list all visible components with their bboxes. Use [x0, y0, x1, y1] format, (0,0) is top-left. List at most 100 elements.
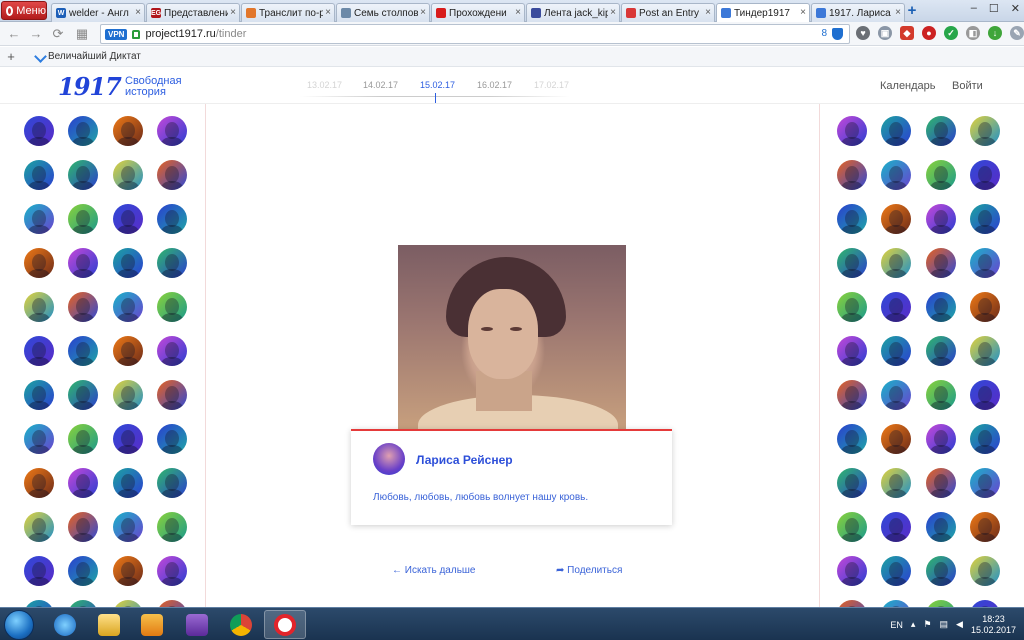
avatar[interactable] [68, 336, 98, 366]
tray-arrow-icon[interactable]: ▴ [911, 619, 916, 630]
back-icon[interactable]: ← [6, 26, 22, 41]
snapshot-icon[interactable]: ▣ [878, 26, 892, 40]
avatar[interactable] [970, 116, 1000, 146]
avatar[interactable] [157, 424, 187, 454]
avatar[interactable] [157, 248, 187, 278]
avatar[interactable] [24, 160, 54, 190]
tab[interactable]: 1917. Лариса × [811, 3, 905, 22]
avatar[interactable] [68, 160, 98, 190]
avatar[interactable] [837, 292, 867, 322]
avatar[interactable] [24, 424, 54, 454]
maximize-button[interactable]: ☐ [989, 2, 999, 15]
tab[interactable]: Wwelder - Англ × [51, 3, 145, 22]
person-name[interactable]: Лариса Рейснер [416, 453, 513, 467]
avatar[interactable] [113, 336, 143, 366]
tab[interactable]: Лента jack_kip × [526, 3, 620, 22]
avatar[interactable] [157, 292, 187, 322]
avatar[interactable] [926, 512, 956, 542]
avatar[interactable] [837, 380, 867, 410]
avatar[interactable] [24, 512, 54, 542]
add-bookmark-button[interactable]: + [0, 49, 22, 64]
timeline-date[interactable]: 16.02.17 [477, 80, 512, 90]
visual-studio-taskbar-icon[interactable] [176, 610, 218, 639]
adblock-shield-icon[interactable] [832, 28, 843, 40]
avatar[interactable] [881, 336, 911, 366]
avatar[interactable] [837, 424, 867, 454]
avatar[interactable] [926, 336, 956, 366]
avatar[interactable] [970, 248, 1000, 278]
heart-icon[interactable]: ♥ [856, 26, 870, 40]
avatar[interactable] [68, 556, 98, 586]
avatar[interactable] [113, 556, 143, 586]
avatar[interactable] [970, 160, 1000, 190]
avatar[interactable] [68, 600, 98, 607]
avatar[interactable] [157, 556, 187, 586]
avatar[interactable] [68, 512, 98, 542]
tab[interactable]: Тиндер1917 × [716, 3, 810, 22]
avatar[interactable] [24, 204, 54, 234]
timeline-date-active[interactable]: 15.02.17 [420, 80, 455, 90]
avatar[interactable] [68, 468, 98, 498]
avatar[interactable] [881, 424, 911, 454]
avatar[interactable] [881, 248, 911, 278]
ublock-icon[interactable]: ◆ [900, 26, 914, 40]
avatar[interactable] [68, 204, 98, 234]
new-tab-button[interactable]: + [903, 3, 921, 20]
close-tab-icon[interactable]: × [135, 7, 141, 18]
avatar[interactable] [881, 292, 911, 322]
reload-icon[interactable]: ⟳ [50, 26, 66, 42]
avatar[interactable] [881, 600, 911, 607]
avatar[interactable] [926, 468, 956, 498]
avatar[interactable] [157, 336, 187, 366]
avatar[interactable] [837, 116, 867, 146]
tab[interactable]: Семь столпов × [336, 3, 430, 22]
avatar[interactable] [881, 556, 911, 586]
avatar[interactable] [24, 600, 54, 607]
avatar[interactable] [373, 443, 405, 475]
avatar[interactable] [926, 204, 956, 234]
avatar[interactable] [970, 380, 1000, 410]
calendar-link[interactable]: Календарь [880, 80, 936, 92]
avatar[interactable] [113, 380, 143, 410]
avatar[interactable] [970, 512, 1000, 542]
forward-icon[interactable]: → [28, 26, 44, 41]
avatar[interactable] [970, 424, 1000, 454]
avatar[interactable] [837, 468, 867, 498]
avatar[interactable] [837, 248, 867, 278]
avatar[interactable] [157, 204, 187, 234]
speed-dial-icon[interactable]: ▦ [74, 26, 90, 42]
avatar[interactable] [926, 600, 956, 607]
avatar[interactable] [113, 204, 143, 234]
start-button[interactable] [4, 610, 34, 640]
logo-number[interactable]: 1917 [58, 72, 122, 101]
avatar[interactable] [970, 204, 1000, 234]
avatar[interactable] [157, 116, 187, 146]
browser-menu-button[interactable]: Меню [1, 1, 47, 20]
avatar[interactable] [837, 160, 867, 190]
close-tab-icon[interactable]: × [325, 7, 331, 18]
avatar[interactable] [881, 512, 911, 542]
login-link[interactable]: Войти [952, 80, 983, 92]
media-player-taskbar-icon[interactable] [131, 610, 173, 639]
avatar[interactable] [24, 116, 54, 146]
avatar[interactable] [68, 292, 98, 322]
avatar[interactable] [926, 380, 956, 410]
avatar[interactable] [837, 600, 867, 607]
avatar[interactable] [881, 204, 911, 234]
avatar[interactable] [926, 248, 956, 278]
avatar[interactable] [970, 336, 1000, 366]
avatar[interactable] [970, 600, 1000, 607]
tab[interactable]: Post an Entry × [621, 3, 715, 22]
avatar[interactable] [113, 600, 143, 607]
avatar[interactable] [837, 336, 867, 366]
tab[interactable]: Прохождени × [431, 3, 525, 22]
avatar[interactable] [157, 468, 187, 498]
download-icon[interactable]: ↓ [988, 26, 1002, 40]
avatar[interactable] [24, 336, 54, 366]
close-tab-icon[interactable]: × [705, 7, 711, 18]
avatar[interactable] [837, 556, 867, 586]
avatar[interactable] [881, 380, 911, 410]
minimize-button[interactable]: ‒ [971, 2, 977, 15]
avatar[interactable] [113, 116, 143, 146]
avatar[interactable] [68, 424, 98, 454]
